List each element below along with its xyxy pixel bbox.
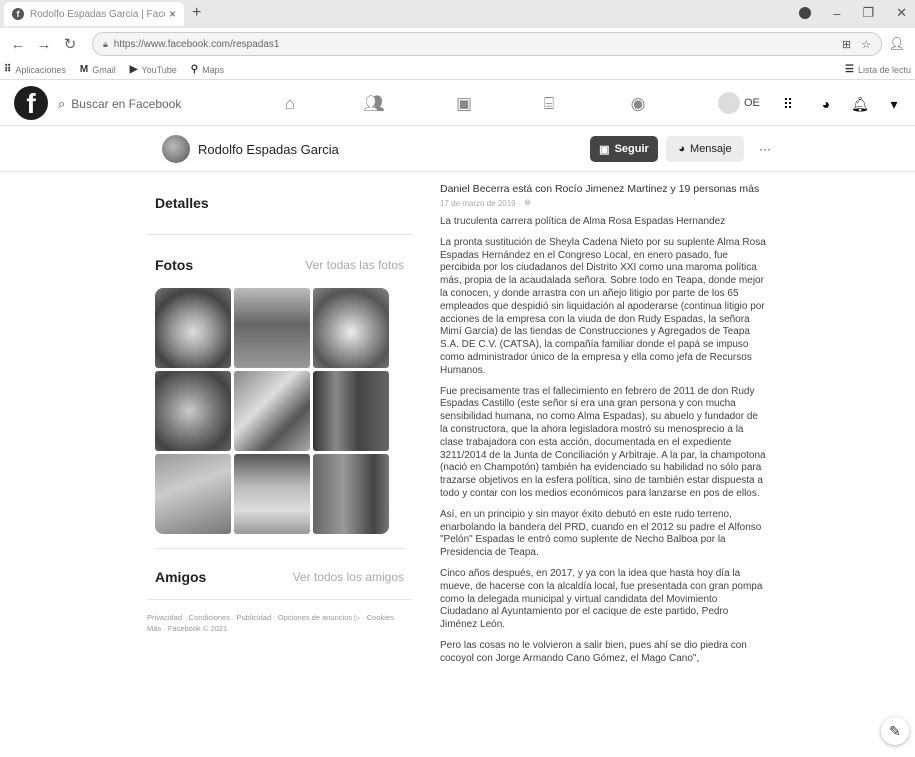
bookmark-label: YouTube	[141, 64, 177, 75]
close-window-icon[interactable]: ✕	[896, 5, 907, 21]
photo-thumbnail[interactable]	[313, 454, 389, 534]
post-paragraph: Pero las cosas no le volvieron a salir b…	[440, 639, 747, 664]
youtube-icon: ▶	[129, 64, 138, 75]
bookmark-star-icon[interactable]: ☆	[861, 38, 871, 51]
reading-list-icon: ☰	[844, 64, 854, 75]
lock-icon[interactable]: 🔒︎	[103, 39, 108, 50]
details-card: Detalles	[147, 173, 412, 235]
message-label: Mensaje	[690, 143, 732, 155]
account-chevron-down-icon[interactable]: ▾	[884, 94, 904, 114]
photo-thumbnail[interactable]	[313, 371, 389, 451]
facebook-favicon-icon: f	[12, 8, 24, 20]
facebook-header: f ⌕ Buscar en Facebook ⌂ 👥︎ ▣ ⌸ ◉ OE ⠿ ◕…	[0, 82, 915, 126]
new-tab-icon[interactable]: +	[192, 4, 201, 22]
apps-grid-icon: ⠿	[4, 64, 12, 75]
friends-icon[interactable]: 👥︎	[356, 90, 392, 118]
bookmark-label: Gmail	[92, 64, 116, 75]
user-menu[interactable]: OE	[718, 92, 760, 114]
photo-thumbnail[interactable]	[234, 454, 310, 534]
window-controls: – ❐ ✕	[799, 5, 907, 21]
post-paragraph: Fue precisamente tras el fallecimiento e…	[440, 385, 766, 499]
post-paragraph: Así, en un principio y sin mayor éxito d…	[440, 508, 762, 559]
divider	[155, 548, 404, 549]
post-card: Daniel Becerra está con Rocío Jimenez Ma…	[432, 173, 776, 676]
forward-icon[interactable]: →	[36, 36, 52, 53]
photo-thumbnail[interactable]	[155, 371, 231, 451]
minimize-icon[interactable]: –	[833, 6, 840, 21]
message-button[interactable]: ◕ Mensaje	[666, 136, 744, 162]
bookmark-label: Aplicaciones	[15, 64, 66, 75]
maps-pin-icon: ⚲	[190, 64, 199, 75]
left-column: Detalles Fotos Ver todas las fotos Amigo…	[147, 173, 412, 634]
post-paragraph: La truculenta carrera política de Alma R…	[440, 216, 726, 227]
profile-avatar[interactable]	[162, 135, 190, 163]
profile-subheader: Rodolfo Espadas Garcia ▣ Seguir ◕ Mensaj…	[0, 127, 915, 172]
bookmark-apps[interactable]: ⠿ Aplicaciones	[4, 64, 66, 75]
globe-icon: 🌐︎	[524, 198, 531, 207]
reload-icon[interactable]: ↻	[62, 35, 78, 53]
see-all-photos-link[interactable]: Ver todas las fotos	[305, 258, 404, 272]
messenger-icon[interactable]: ◕	[816, 94, 836, 114]
close-tab-icon[interactable]: ×	[169, 7, 176, 21]
photo-thumbnail[interactable]	[155, 454, 231, 534]
new-message-compose-icon[interactable]: ✎	[881, 717, 909, 745]
profile-icon[interactable]: 👤︎	[888, 36, 905, 52]
reading-list[interactable]: ☰ Lista de lectu	[845, 64, 911, 75]
post-paragraph: La pronta sustitución de Sheyla Cadena N…	[440, 236, 766, 376]
avatar	[718, 92, 740, 114]
translate-icon[interactable]: ⊞	[842, 38, 851, 51]
follow-label: Seguir	[614, 143, 649, 155]
profile-name[interactable]: Rodolfo Espadas Garcia	[198, 142, 339, 157]
messenger-icon: ◕	[678, 143, 686, 155]
more-options-button[interactable]: ···	[752, 136, 778, 162]
search-icon: ⌕	[58, 96, 66, 111]
extension-icon[interactable]	[799, 7, 812, 19]
tab-title: Rodolfo Espadas Garcia | Facebo...	[30, 8, 165, 20]
details-title: Detalles	[155, 195, 209, 211]
friends-title: Amigos	[155, 569, 207, 585]
bookmark-label: Maps	[202, 64, 225, 75]
bookmark-youtube[interactable]: ▶ YouTube	[130, 64, 177, 75]
search-input[interactable]: Buscar en Facebook	[71, 97, 181, 111]
marketplace-icon[interactable]: ⌸	[531, 90, 567, 118]
photo-thumbnail[interactable]	[313, 288, 389, 368]
photos-card: Fotos Ver todas las fotos	[147, 257, 412, 549]
post-paragraph: Cinco años después, en 2017, y ya con la…	[440, 567, 763, 631]
notifications-bell-icon[interactable]: 🔔︎	[850, 94, 870, 114]
user-short-name: OE	[744, 97, 760, 109]
url-text[interactable]: https://www.facebook.com/respadas1	[114, 39, 832, 50]
browser-tab-bar: f Rodolfo Espadas Garcia | Facebo... × +…	[0, 0, 915, 28]
photo-thumbnail[interactable]	[234, 371, 310, 451]
post-author-line[interactable]: Daniel Becerra está con Rocío Jimenez Ma…	[440, 183, 768, 196]
photos-grid	[155, 288, 404, 534]
facebook-logo-icon[interactable]: f	[14, 86, 48, 120]
home-icon[interactable]: ⌂	[272, 90, 308, 118]
groups-icon[interactable]: ◉	[620, 90, 656, 118]
menu-grid-icon[interactable]: ⠿	[778, 94, 798, 114]
follow-button[interactable]: ▣ Seguir	[590, 136, 658, 162]
photo-thumbnail[interactable]	[234, 288, 310, 368]
friends-card: Amigos Ver todos los amigos	[147, 569, 412, 600]
address-bar-row: ← → ↻ 🔒︎ https://www.facebook.com/respad…	[0, 28, 915, 60]
search-box[interactable]: ⌕ Buscar en Facebook	[58, 91, 198, 117]
photo-thumbnail[interactable]	[155, 288, 231, 368]
post-date[interactable]: 17 de marzo de 2019 ·	[440, 199, 521, 208]
see-all-friends-link[interactable]: Ver todos los amigos	[293, 570, 404, 584]
url-bar[interactable]: 🔒︎ https://www.facebook.com/respadas1 ⊞ …	[92, 32, 882, 56]
bookmark-maps[interactable]: ⚲ Maps	[191, 64, 224, 75]
browser-tab[interactable]: f Rodolfo Espadas Garcia | Facebo... ×	[4, 2, 184, 26]
photos-title: Fotos	[155, 257, 194, 273]
follow-icon: ▣	[599, 143, 610, 156]
bookmark-gmail[interactable]: M Gmail	[80, 64, 116, 75]
reading-list-label: Lista de lectu	[857, 64, 911, 75]
page-footer: Privacidad · Condiciones · Publicidad · …	[147, 613, 399, 633]
watch-icon[interactable]: ▣	[446, 90, 482, 118]
maximize-icon[interactable]: ❐	[862, 5, 874, 21]
bookmarks-bar: ⠿ Aplicaciones M Gmail ▶ YouTube ⚲ Maps ☰ Lis…	[0, 60, 915, 80]
gmail-icon: M	[79, 64, 89, 75]
post-meta: 17 de marzo de 2019 · 🌐︎	[440, 198, 768, 208]
back-icon[interactable]: ←	[10, 36, 26, 53]
